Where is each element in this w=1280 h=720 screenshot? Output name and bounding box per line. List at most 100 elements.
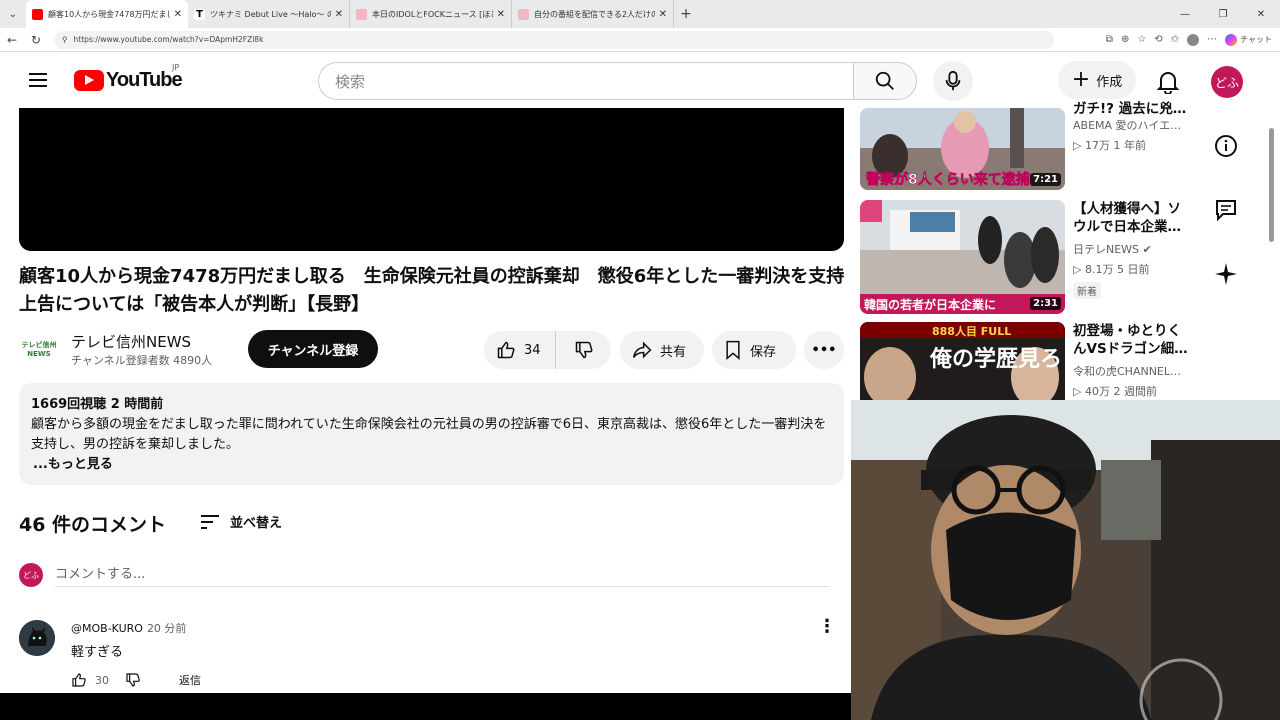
recommendation-title[interactable]: 【人材獲得へ】ソウルで日本企業… — [1073, 200, 1191, 236]
browser-toolbar-icons: ⧉ ⊕ ☆ ⟲ ✩ ⋯ チャット — [1106, 33, 1280, 46]
description-text: 顧客から多額の現金をだまし取った罪に問われていた生命保険会社の元社員の男の控訴審… — [31, 417, 827, 452]
recommendation-title[interactable]: 初登場・ゆとりくんVSドラゴン細… — [1073, 322, 1191, 358]
account-avatar[interactable]: どふ — [1211, 66, 1243, 98]
video-player[interactable] — [19, 108, 844, 251]
browser-tab[interactable]: 顧客10人から現金7478万円だまし取 ✕ — [26, 0, 188, 28]
thumbnail-caption: 俺の学歴見ろ! — [929, 346, 1065, 372]
side-panel-icons — [1210, 128, 1242, 292]
sort-icon — [201, 514, 219, 529]
chat-button[interactable] — [1210, 192, 1242, 228]
comment-input[interactable]: コメントする... — [55, 563, 830, 587]
close-tab-icon[interactable]: ✕ — [497, 9, 505, 20]
site-info-icon[interactable]: ⚲ — [62, 35, 68, 44]
youtube-favicon-icon — [32, 8, 43, 20]
menu-hamburger-icon[interactable] — [18, 60, 58, 100]
thumbnail-banner: 888人目 FULL — [932, 324, 1011, 338]
bottom-black-bar — [0, 693, 851, 720]
browser-tab[interactable]: 本日のIDOLとFOCKニュース [ほどぶ ✕ — [350, 0, 512, 28]
close-window-button[interactable]: ✕ — [1242, 0, 1280, 28]
thumbs-up-icon — [497, 341, 515, 359]
browser-tab[interactable]: 自分の番組を配信できる2人だけの ✕ — [512, 0, 674, 28]
channel-name[interactable]: テレビ信州NEWS — [71, 331, 191, 352]
tab-list-dropdown-icon[interactable]: ⌄ — [0, 0, 26, 28]
recommendation-meta: ▷ 8.1万 5 日前 — [1073, 263, 1150, 276]
tab-title: 本日のIDOLとFOCKニュース [ほどぶ — [372, 9, 493, 19]
sort-comments-button[interactable]: 並べ替え — [200, 512, 282, 531]
profile-icon[interactable] — [1187, 33, 1200, 46]
dislike-button[interactable] — [556, 340, 611, 360]
search-button[interactable] — [853, 62, 917, 100]
browser-tab[interactable]: T ツキナミ Debut Live 〜Halo〜 の子ケ ✕ — [188, 0, 350, 28]
comment-actions: 30 返信 — [71, 672, 201, 688]
ai-button[interactable] — [1210, 256, 1242, 292]
search-input[interactable]: 検索 — [318, 62, 854, 100]
create-button[interactable]: + 作成 — [1058, 61, 1136, 99]
copilot-chat-button[interactable]: チャット — [1225, 33, 1272, 46]
video-thumbnail[interactable]: 警察が8人くらい来て逮捕 7:21 — [860, 108, 1065, 190]
close-tab-icon[interactable]: ✕ — [659, 9, 667, 20]
microphone-icon — [945, 70, 961, 91]
tab-favicon-icon: T — [194, 8, 205, 20]
extensions-icon[interactable]: ⟲ — [1154, 34, 1162, 45]
recommendation-channel[interactable]: ABEMA 愛のハイエ… — [1073, 118, 1193, 134]
share-button[interactable]: 共有 — [620, 331, 704, 369]
bookmark-icon — [726, 340, 740, 360]
save-button[interactable]: 保存 — [712, 331, 796, 369]
reply-button[interactable]: 返信 — [179, 672, 201, 688]
chat-icon — [1216, 200, 1236, 222]
reload-icon[interactable]: ↻ — [24, 33, 48, 47]
video-duration: 2:31 — [1030, 297, 1061, 310]
recommendation-channel[interactable]: 日テレNEWS ✔ — [1073, 242, 1193, 258]
browser-tab-bar: ⌄ 顧客10人から現金7478万円だまし取 ✕ T ツキナミ Debut Liv… — [0, 0, 1280, 28]
subscriber-count: チャンネル登録者数 4890人 — [71, 354, 213, 367]
close-tab-icon[interactable]: ✕ — [335, 9, 343, 20]
minimize-button[interactable]: — — [1166, 0, 1204, 28]
comment-text: 軽すぎる — [71, 645, 124, 660]
youtube-logo[interactable]: YouTube JP — [74, 63, 183, 92]
url-field[interactable]: ⚲ https://www.youtube.com/watch?v=DApmH2… — [54, 30, 1054, 49]
info-button[interactable] — [1210, 128, 1242, 164]
comment-author[interactable]: @MOB-KURO 20 分前 — [71, 620, 186, 636]
close-tab-icon[interactable]: ✕ — [174, 9, 182, 20]
comment-time: 20 分前 — [146, 622, 187, 635]
video-thumbnail[interactable]: 韓国の若者が日本企業に 2:31 — [860, 200, 1065, 314]
new-tab-button[interactable]: + — [674, 6, 698, 22]
menu-dots-icon[interactable]: ⋯ — [1207, 34, 1217, 45]
scrollbar-thumb[interactable] — [1269, 128, 1274, 242]
like-button[interactable]: 34 — [484, 331, 556, 369]
thumbs-down-icon — [575, 341, 593, 359]
video-thumbnail[interactable]: 888人目 FULL 俺の学歴見ろ! — [860, 322, 1065, 400]
zoom-icon[interactable]: ⊕ — [1121, 34, 1129, 45]
search-icon — [875, 71, 894, 90]
back-icon[interactable]: ← — [0, 33, 24, 47]
bookmark-star-icon[interactable]: ☆ — [1137, 34, 1146, 45]
thumbnail-caption: 警察が8人くらい来て逮捕 — [866, 171, 1030, 188]
voice-search-button[interactable] — [933, 61, 973, 101]
plus-icon: + — [1071, 67, 1091, 92]
thumbs-up-icon[interactable] — [71, 672, 87, 688]
video-title: 顧客10人から現金7478万円だまし取る 生命保険元社員の控訴棄却 懲役6年とし… — [19, 266, 863, 315]
recommendation-item[interactable]: 888人目 FULL 俺の学歴見ろ! 初登場・ゆとりくんVSドラゴン細… 令和の… — [860, 322, 1190, 400]
recommendation-item[interactable]: 韓国の若者が日本企業に 2:31 【人材獲得へ】ソウルで日本企業… 日テレNEW… — [860, 200, 1190, 316]
maximize-button[interactable]: ❐ — [1204, 0, 1242, 28]
subscribe-button[interactable]: チャンネル登録 — [248, 330, 378, 368]
show-more-link[interactable]: ...もっと見る — [33, 455, 832, 475]
commenter-avatar[interactable] — [19, 620, 55, 656]
thumbs-down-icon[interactable] — [125, 672, 141, 688]
recommendation-channel[interactable]: 令和の虎CHANNEL… — [1073, 364, 1193, 380]
channel-avatar[interactable]: テレビ信州 NEWS — [19, 330, 59, 370]
comment-menu-icon[interactable]: ⋮ — [818, 617, 836, 637]
my-avatar: どふ — [19, 563, 43, 587]
tab-favicon-icon — [356, 8, 367, 20]
translate-icon[interactable]: ⧉ — [1106, 34, 1113, 45]
notifications-button[interactable] — [1150, 64, 1186, 100]
tab-title: 顧客10人から現金7478万円だまし取 — [48, 9, 170, 19]
tab-title: ツキナミ Debut Live 〜Halo〜 の子ケ — [210, 9, 331, 19]
more-actions-button[interactable]: ••• — [804, 331, 844, 369]
description-box[interactable]: 1669回視聴 2 時間前 顧客から多額の現金をだまし取った罪に問われていた生命… — [19, 383, 844, 485]
logo-region-label: JP — [172, 62, 180, 72]
favorites-icon[interactable]: ✩ — [1171, 34, 1179, 45]
recommendation-item[interactable]: 警察が8人くらい来て逮捕 7:21 ガチ!? 過去に兇… ABEMA 愛のハイエ… — [860, 101, 1193, 194]
thumbnail-caption: 韓国の若者が日本企業に — [864, 297, 996, 312]
recommendation-title[interactable]: ガチ!? 過去に兇… — [1073, 100, 1191, 118]
